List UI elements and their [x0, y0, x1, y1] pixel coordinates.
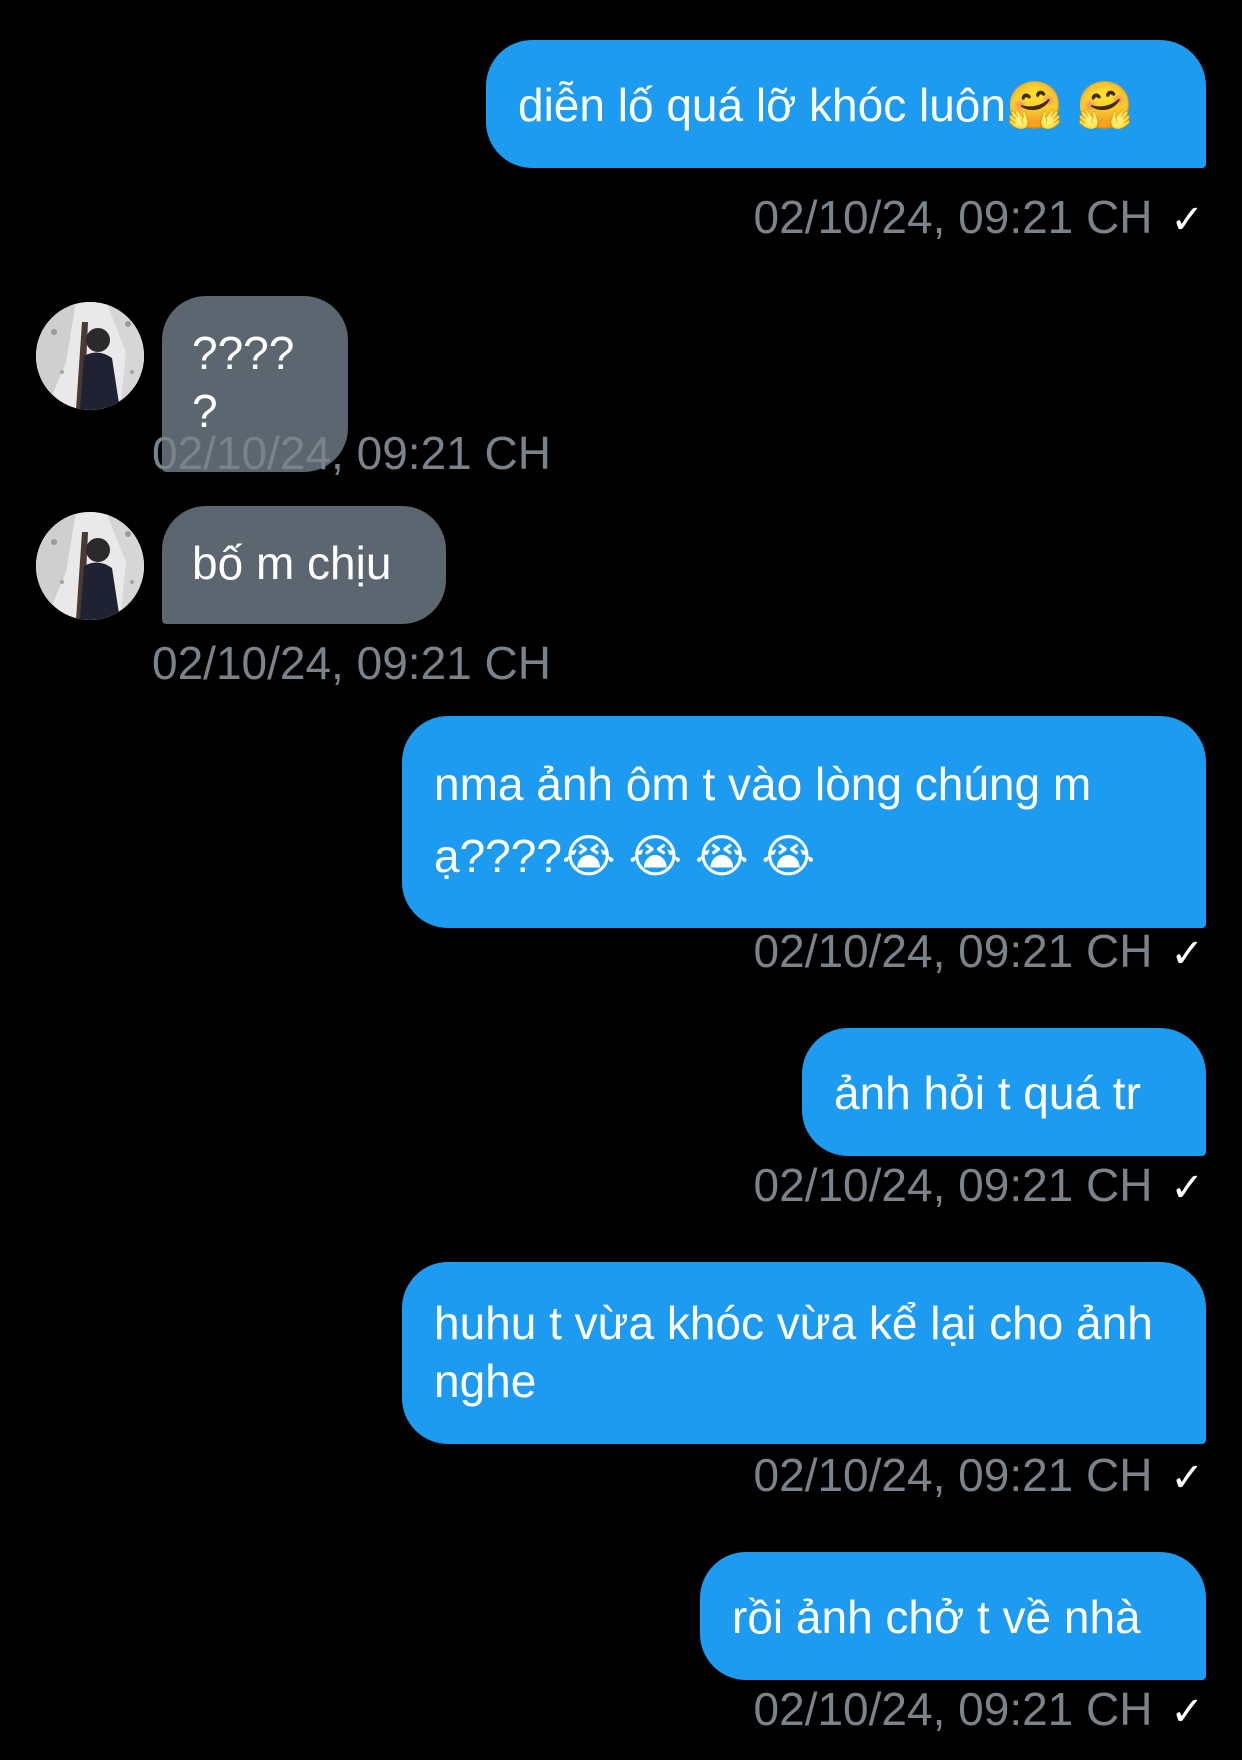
timestamp-text: 02/10/24, 09:21 CH [753, 1449, 1153, 1501]
message-timestamp: 02/10/24, 09:21 CH ✓ [754, 1158, 1204, 1215]
sent-check-icon: ✓ [1170, 1690, 1204, 1734]
message-timestamp: 02/10/24, 09:21 CH [152, 426, 551, 480]
sent-check-icon: ✓ [1170, 932, 1204, 976]
outgoing-message-bubble[interactable]: diễn lố quá lỡ khóc luôn🤗 🤗 [486, 40, 1206, 168]
sent-check-icon: ✓ [1170, 1166, 1204, 1210]
sent-check-icon: ✓ [1170, 1456, 1204, 1500]
outgoing-message-bubble[interactable]: huhu t vừa khóc vừa kể lại cho ảnh nghe [402, 1262, 1206, 1444]
timestamp-text: 02/10/24, 09:21 CH [753, 191, 1153, 243]
outgoing-message-bubble[interactable]: rồi ảnh chở t về nhà [700, 1552, 1206, 1680]
sent-check-icon: ✓ [1170, 198, 1204, 242]
avatar-photo-icon [36, 512, 144, 620]
avatar-photo-icon [36, 302, 144, 410]
contact-avatar[interactable] [36, 512, 144, 620]
chat-thread[interactable]: diễn lố quá lỡ khóc luôn🤗 🤗 02/10/24, 09… [0, 0, 1242, 1760]
message-timestamp: 02/10/24, 09:21 CH ✓ [754, 190, 1204, 247]
timestamp-text: 02/10/24, 09:21 CH [152, 637, 551, 689]
outgoing-message-bubble[interactable]: ảnh hỏi t quá tr [802, 1028, 1206, 1156]
incoming-message-bubble[interactable]: bố m chịu [162, 506, 446, 624]
message-timestamp: 02/10/24, 09:21 CH ✓ [754, 1448, 1204, 1505]
timestamp-text: 02/10/24, 09:21 CH [753, 925, 1153, 977]
outgoing-message-bubble[interactable]: nma ảnh ôm t vào lòng chúng m ạ????😭 😭 😭… [402, 716, 1206, 928]
timestamp-text: 02/10/24, 09:21 CH [152, 427, 551, 479]
message-timestamp: 02/10/24, 09:21 CH ✓ [754, 924, 1204, 981]
contact-avatar[interactable] [36, 302, 144, 410]
timestamp-text: 02/10/24, 09:21 CH [753, 1159, 1153, 1211]
timestamp-text: 02/10/24, 09:21 CH [753, 1683, 1153, 1735]
message-timestamp: 02/10/24, 09:21 CH [152, 636, 551, 690]
message-timestamp: 02/10/24, 09:21 CH ✓ [754, 1682, 1204, 1739]
